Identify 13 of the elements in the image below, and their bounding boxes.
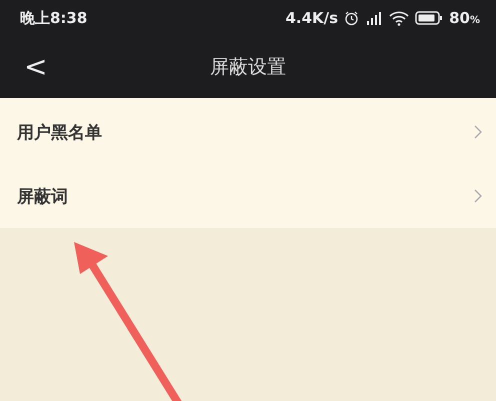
back-button[interactable]: < <box>20 52 52 82</box>
settings-row[interactable]: 屏蔽词 <box>0 164 496 228</box>
network-speed: 4.4K/s <box>285 9 338 27</box>
alarm-clock-icon <box>344 10 360 26</box>
chevron-right-icon <box>474 189 482 203</box>
wifi-icon <box>389 10 410 26</box>
chevron-right-icon <box>474 125 482 139</box>
settings-row[interactable]: 用户黑名单 <box>0 100 496 164</box>
page-title: 屏蔽设置 <box>210 55 286 80</box>
battery-icon <box>415 11 444 25</box>
battery-percent: 80% <box>449 9 480 27</box>
signal-icon <box>365 10 384 26</box>
status-time: 晚上8:38 <box>20 8 88 28</box>
